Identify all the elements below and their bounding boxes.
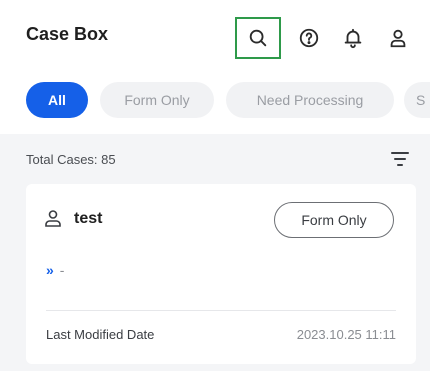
last-modified-value: 2023.10.25 11:11	[296, 327, 396, 342]
search-icon	[249, 29, 267, 47]
filter-chip-form-only[interactable]: Form Only	[100, 82, 214, 118]
app-header: Case Box	[0, 0, 430, 70]
filter-chip-all[interactable]: All	[26, 82, 88, 118]
filter-chip-need-processing[interactable]: Need Processing	[226, 82, 394, 118]
filter-chip-partial[interactable]: S	[404, 82, 430, 118]
help-button[interactable]	[286, 17, 332, 59]
case-card[interactable]: test Form Only » - Last Modified Date 20…	[26, 184, 416, 364]
page-title: Case Box	[26, 24, 109, 44]
case-status-badge: Form Only	[274, 202, 394, 238]
help-icon	[299, 28, 319, 48]
card-divider	[46, 310, 396, 311]
profile-button[interactable]	[375, 17, 421, 59]
notifications-button[interactable]	[330, 17, 376, 59]
filter-chips: All Form Only Need Processing S	[0, 76, 430, 124]
user-icon	[390, 29, 406, 48]
total-cases-label: Total Cases: 85	[26, 152, 116, 167]
search-button[interactable]	[235, 17, 281, 59]
filter-icon[interactable]	[390, 150, 410, 168]
last-modified-label: Last Modified Date	[46, 327, 155, 342]
progress-chevron-icon: »	[46, 262, 54, 278]
bell-icon	[344, 28, 362, 49]
person-icon	[45, 210, 61, 227]
case-progress: » -	[46, 260, 64, 280]
progress-text: -	[59, 262, 65, 278]
case-name: test	[74, 210, 103, 227]
